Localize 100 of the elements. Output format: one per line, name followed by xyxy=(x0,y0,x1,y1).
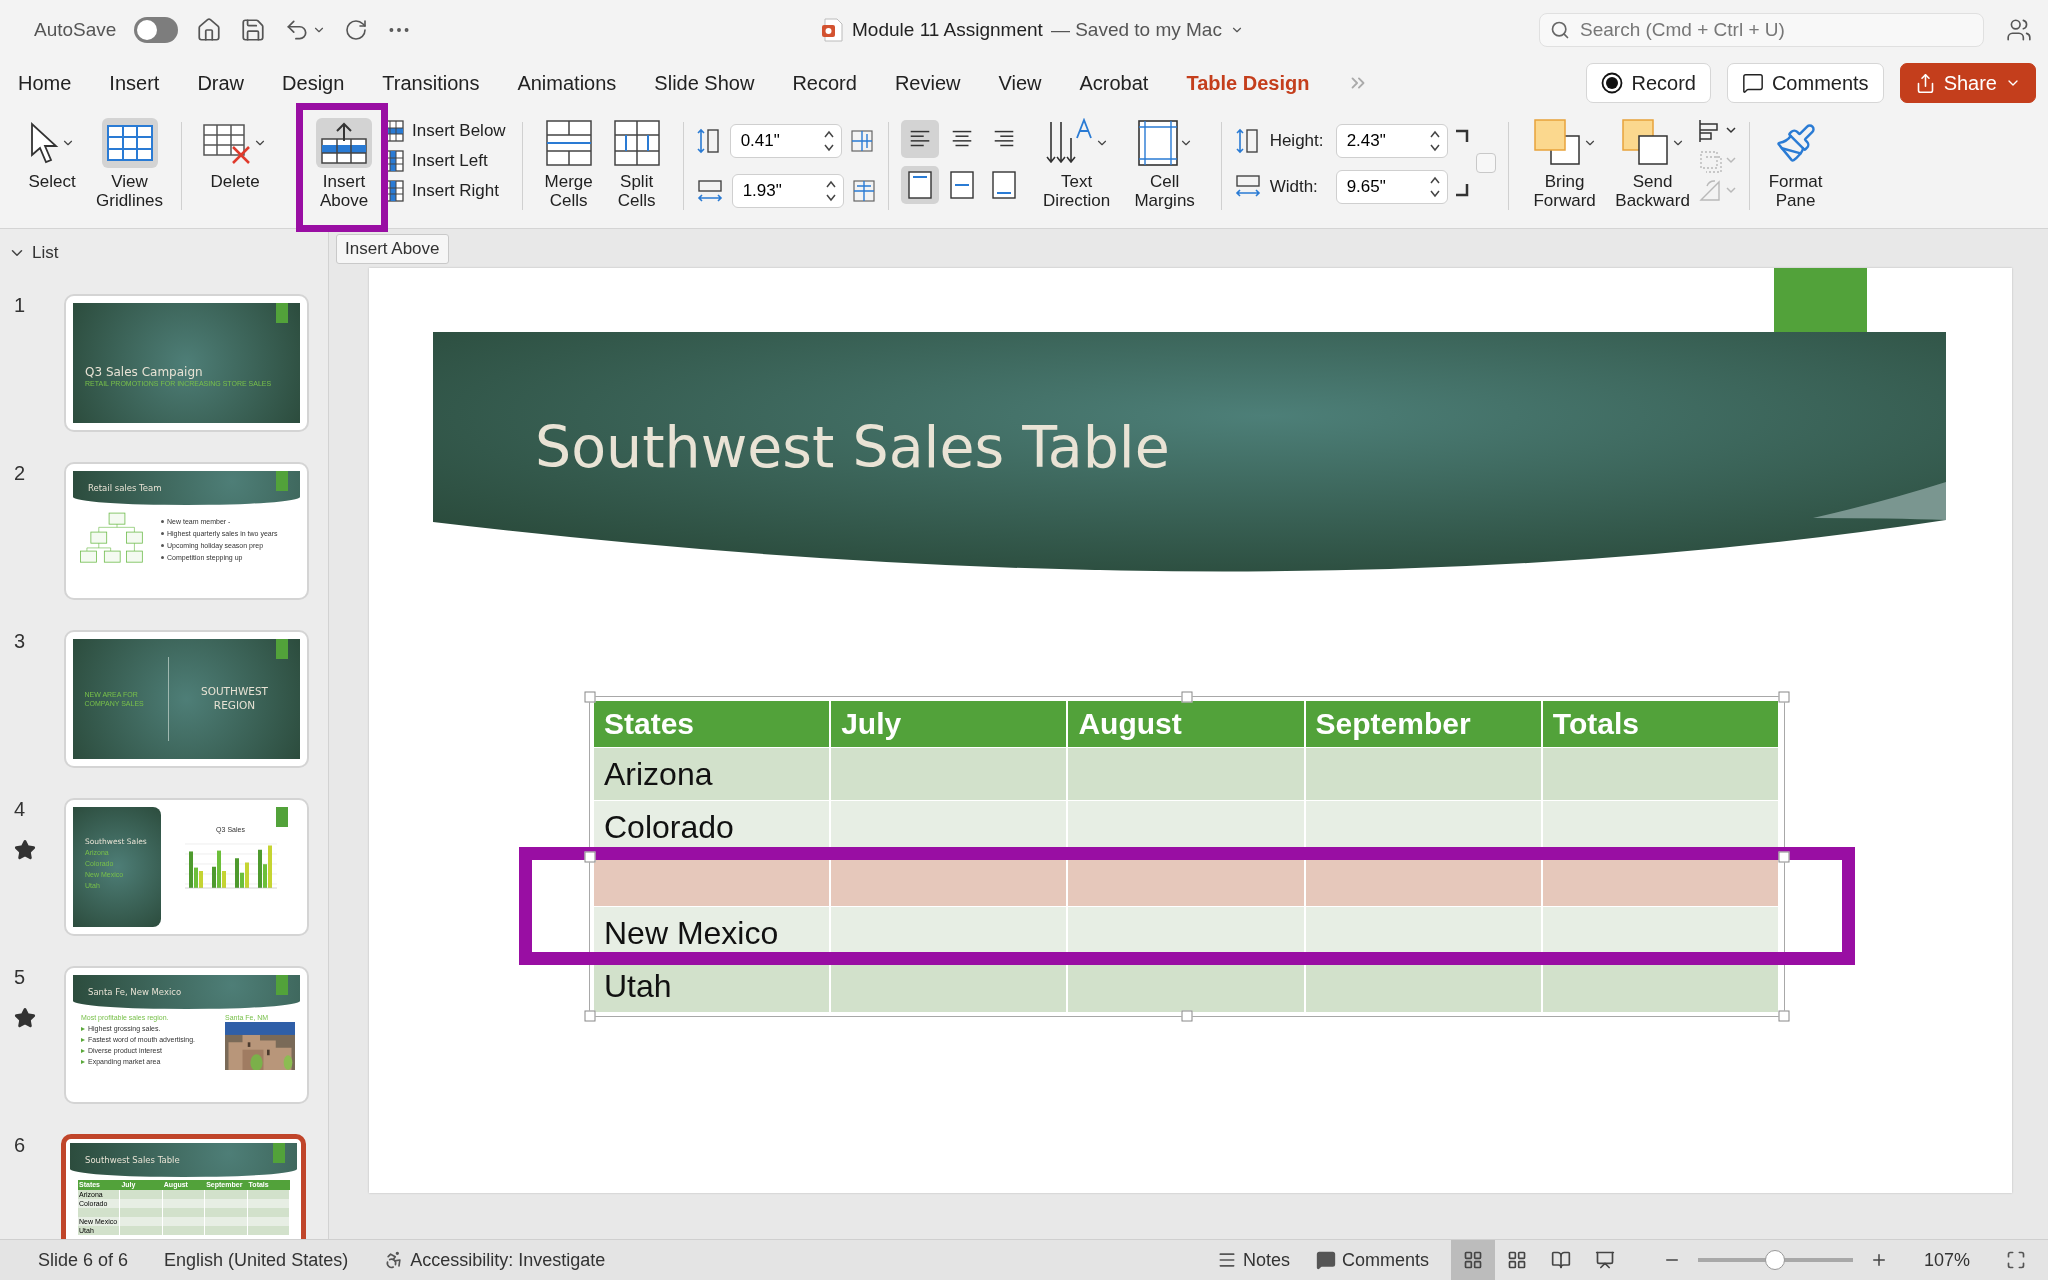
merge-cells-button[interactable]: Merge Cells xyxy=(534,116,603,213)
zoom-slider-thumb[interactable] xyxy=(1765,1250,1786,1270)
format-pane-button[interactable]: Format Pane xyxy=(1761,116,1830,213)
resize-handle[interactable] xyxy=(1181,691,1193,703)
table-grid-icon xyxy=(106,125,153,161)
accessibility-button[interactable]: Accessibility: Investigate xyxy=(384,1249,606,1271)
ribbon-tab[interactable]: Animations xyxy=(517,71,617,95)
bullet-icon xyxy=(161,556,164,560)
table-cell xyxy=(120,1226,163,1235)
redo-icon[interactable] xyxy=(344,18,369,42)
slide-title: Q3 Sales Campaign xyxy=(85,365,204,379)
table-cell xyxy=(205,1199,248,1208)
bullet-icon xyxy=(81,1059,85,1064)
ribbon-tab[interactable]: Slide Show xyxy=(654,71,755,95)
cell-size-field[interactable]: 1.93" xyxy=(731,174,844,208)
home-icon[interactable] xyxy=(196,17,223,43)
resize-handle[interactable] xyxy=(1778,691,1790,703)
column-header: August xyxy=(1068,701,1306,747)
autosave-label: AutoSave xyxy=(34,19,117,41)
aspect-lock-checkbox[interactable] xyxy=(1475,153,1496,173)
column-header: States xyxy=(594,701,832,747)
accent-tab xyxy=(276,639,288,659)
table-size-field[interactable]: 9.65" xyxy=(1335,170,1448,204)
resize-handle[interactable] xyxy=(1778,1010,1790,1022)
ribbon-tab[interactable]: Acrobat xyxy=(1079,71,1149,95)
search-icon xyxy=(1550,20,1570,40)
table-cell xyxy=(120,1199,163,1208)
split-cells-button[interactable]: Split Cells xyxy=(602,116,671,213)
ribbon-tab[interactable]: Insert xyxy=(109,71,160,95)
resize-handle[interactable] xyxy=(1181,1010,1193,1022)
alignment-button[interactable] xyxy=(900,166,939,204)
ribbon-tab[interactable]: Review xyxy=(894,71,961,95)
table-cell xyxy=(162,1190,206,1199)
align-objects-icon[interactable] xyxy=(1696,118,1737,144)
cell-margins-button[interactable]: Cell Margins xyxy=(1120,116,1209,213)
share-button[interactable]: Share xyxy=(1899,63,2036,103)
table-cell xyxy=(162,1217,206,1226)
table-size-field[interactable]: 2.43" xyxy=(1335,124,1448,158)
bullet-icon xyxy=(81,1048,85,1053)
ribbon-tab[interactable]: Transitions xyxy=(382,71,480,95)
table-cell xyxy=(247,1226,290,1235)
alignment-button[interactable] xyxy=(900,120,939,158)
ribbon-tab[interactable]: Draw xyxy=(197,71,245,95)
bullet-icon xyxy=(81,1026,85,1031)
paintbrush-icon xyxy=(1774,122,1817,164)
send-backward-button[interactable]: Send Backward xyxy=(1608,116,1697,213)
bring-forward-button[interactable]: Bring Forward xyxy=(1520,116,1609,213)
table-cell xyxy=(205,1226,248,1235)
table-cell xyxy=(205,1217,248,1226)
table-cell xyxy=(120,1208,163,1217)
distribute-columns-icon xyxy=(851,179,876,203)
select-button[interactable]: Select xyxy=(18,116,86,194)
view-button[interactable] xyxy=(1450,1240,1495,1280)
record-button[interactable]: Record xyxy=(1586,63,1711,103)
comments-button[interactable]: Comments xyxy=(1726,63,1884,103)
spinner-arrows-icon[interactable] xyxy=(1428,175,1441,199)
table-cell xyxy=(120,1190,163,1199)
slide-number: 4 xyxy=(14,798,26,821)
ribbon-tab[interactable]: Home xyxy=(18,71,72,95)
vertical-align-icon xyxy=(948,170,975,200)
bring-forward-icon xyxy=(1532,118,1583,168)
view-gridlines-button[interactable]: View Gridlines xyxy=(90,116,170,213)
cell-size-field[interactable]: 0.41" xyxy=(729,124,842,158)
search-field[interactable]: Search (Cmd + Ctrl + U) xyxy=(1539,13,1984,47)
resize-handle[interactable] xyxy=(1778,851,1790,862)
size-label: Width: xyxy=(1269,177,1319,197)
save-status: — Saved to my Mac xyxy=(1050,19,1222,41)
resize-handle[interactable] xyxy=(584,691,596,703)
column-header: July xyxy=(831,701,1069,747)
ribbon-tab[interactable]: View xyxy=(998,71,1042,95)
table-cell xyxy=(162,1199,206,1208)
tooltip: Insert Above xyxy=(336,234,449,264)
table-cell xyxy=(205,1190,248,1199)
insert-option-button[interactable]: Insert Right xyxy=(378,178,510,204)
comments-button[interactable]: Comments xyxy=(1315,1249,1429,1271)
spinner-arrows-icon[interactable] xyxy=(1428,129,1441,153)
slide-title: Southwest Sales Table xyxy=(535,414,1171,480)
ribbon-tab[interactable]: Record xyxy=(792,71,857,95)
spinner-arrows-icon[interactable] xyxy=(824,179,837,203)
insert-above-button[interactable]: Insert Above xyxy=(310,116,379,213)
ribbon-tab[interactable]: Table Design xyxy=(1186,71,1310,95)
column-width-icon xyxy=(695,178,724,204)
resize-handle[interactable] xyxy=(584,1010,596,1022)
text-direction-button[interactable]: Text Direction xyxy=(1032,116,1121,213)
bullet-icon xyxy=(161,544,164,548)
save-icon[interactable] xyxy=(240,17,267,43)
comment-icon xyxy=(1315,1250,1336,1270)
size-label: Height: xyxy=(1269,131,1325,151)
insert-option-button[interactable]: Insert Left xyxy=(378,148,510,174)
fit-to-window-icon[interactable] xyxy=(2006,1250,2026,1270)
table-cell xyxy=(162,1226,206,1235)
spinner-arrows-icon[interactable] xyxy=(822,129,835,153)
delete-button[interactable]: Delete xyxy=(194,116,277,194)
insert-option-button[interactable]: Insert Below xyxy=(378,118,510,144)
slide-number: 2 xyxy=(14,462,26,485)
ribbon-tab[interactable]: Design xyxy=(282,71,345,95)
resize-handle[interactable] xyxy=(584,851,596,862)
people-icon[interactable] xyxy=(2006,17,2032,43)
autosave-toggle[interactable] xyxy=(134,17,179,43)
notes-button[interactable]: Notes xyxy=(1216,1249,1290,1271)
